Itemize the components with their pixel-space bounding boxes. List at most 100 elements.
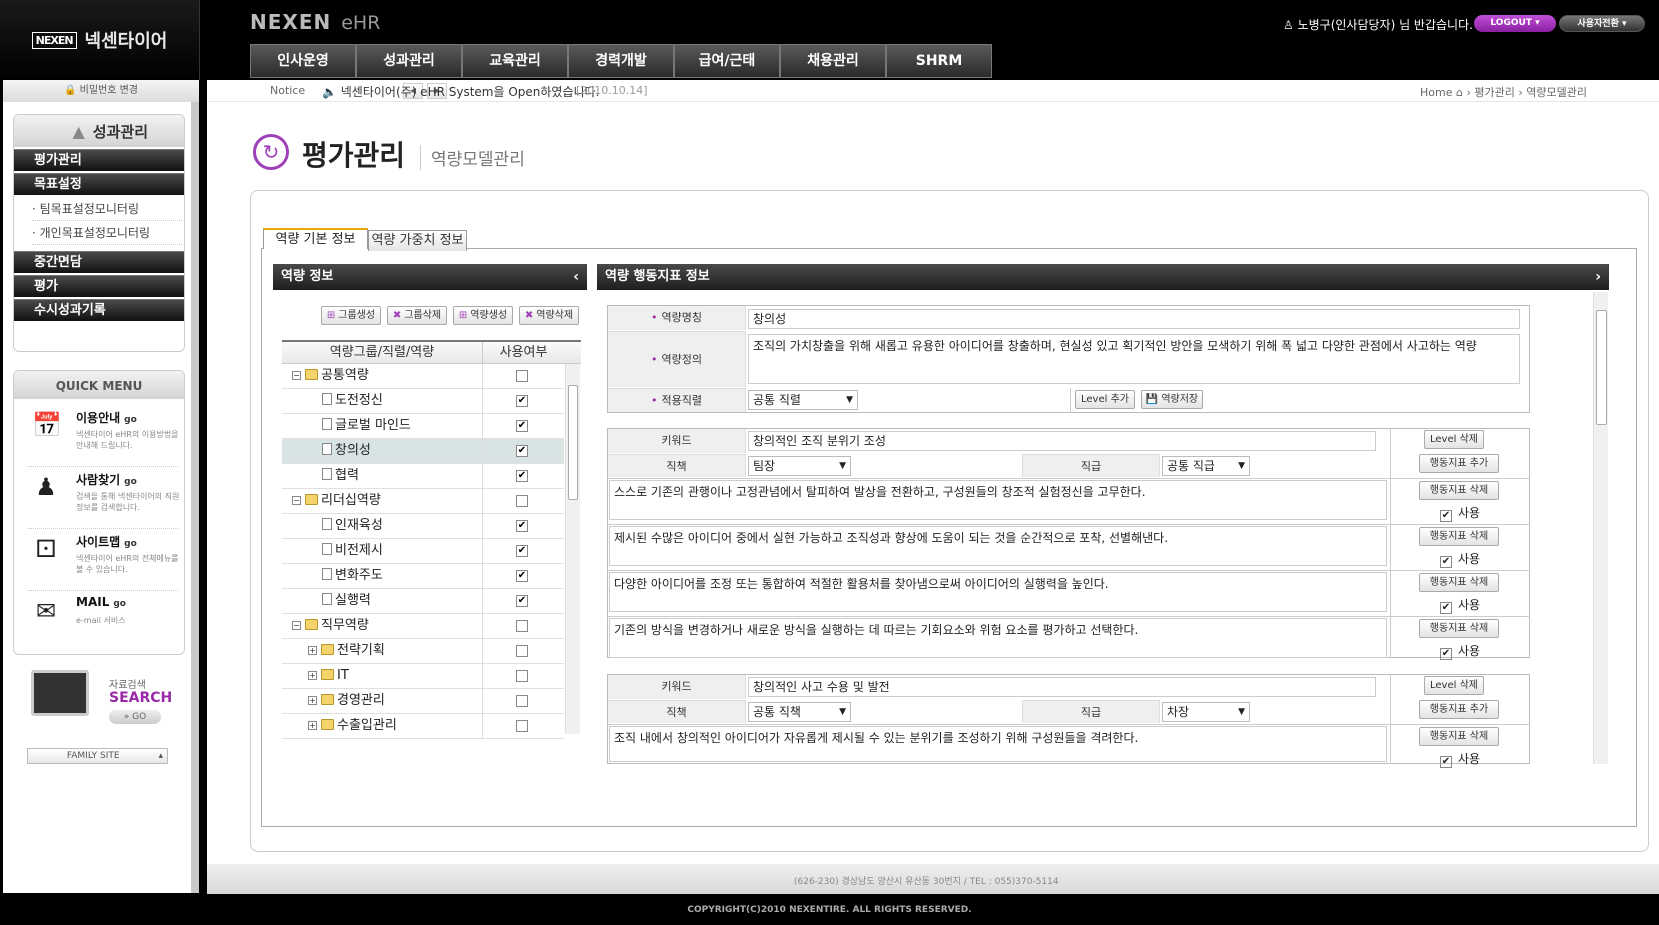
- sidebar-subitem-team-goal[interactable]: · 팀목표설정모니터링: [32, 197, 182, 221]
- keyword-input[interactable]: 창의적인 사고 수용 및 발전: [748, 677, 1376, 697]
- password-change-link[interactable]: 🔒 비밀번호 변경: [3, 80, 199, 102]
- nav-item-hr-operation[interactable]: 인사운영: [250, 44, 356, 78]
- use-checkbox[interactable]: ✔: [1440, 602, 1452, 614]
- use-checkbox[interactable]: [516, 370, 528, 382]
- sidebar-item-evaluation-mgmt[interactable]: 평가관리: [14, 149, 184, 171]
- competency-definition-textarea[interactable]: 조직의 가치창출을 위해 새롭고 유용한 아이디어를 창출하며, 현실성 있고 …: [748, 334, 1520, 384]
- notice-text[interactable]: 🔈 넥센타이어(주) eHR System을 Open하였습니다.: [322, 83, 599, 100]
- indicator-textarea[interactable]: 스스로 기존의 관행이나 고정관념에서 탈피하여 발상을 전환하고, 구성원들의…: [609, 480, 1387, 520]
- collapse-icon[interactable]: −: [292, 496, 301, 505]
- group-delete-button[interactable]: ✖ 그룹삭제: [387, 306, 447, 325]
- use-checkbox[interactable]: ✔: [516, 595, 528, 607]
- level-add-button[interactable]: Level 추가: [1075, 390, 1135, 409]
- expand-icon[interactable]: +: [308, 696, 317, 705]
- use-checkbox[interactable]: [516, 645, 528, 657]
- duty-select[interactable]: 공통 직책 ▼: [748, 702, 851, 722]
- indicator-textarea[interactable]: 다양한 아이디어를 조정 또는 통합하여 적절한 활용처를 찾아냄으로써 아이디…: [609, 572, 1387, 612]
- collapse-icon[interactable]: −: [292, 371, 301, 380]
- nav-item-payroll[interactable]: 급여/근태: [674, 44, 780, 78]
- sidebar-subitem-personal-goal[interactable]: · 개인목표설정모니터링: [32, 221, 182, 245]
- tree-row[interactable]: 협력 ✔: [282, 464, 564, 489]
- expand-right-icon[interactable]: ›: [1595, 264, 1601, 290]
- series-select[interactable]: 공통 직렬 ▼: [748, 390, 858, 410]
- duty-select[interactable]: 팀장 ▼: [748, 456, 851, 476]
- sidebar-item-record[interactable]: 수시성과기록: [14, 299, 184, 321]
- family-site-select[interactable]: FAMILY SITE ▴: [27, 748, 168, 764]
- use-checkbox[interactable]: ✔: [516, 570, 528, 582]
- expand-icon[interactable]: +: [308, 721, 317, 730]
- use-toggle[interactable]: ✔ 사용: [1440, 642, 1480, 660]
- tree-row[interactable]: 도전정신 ✔: [282, 389, 564, 414]
- sidebar-item-goal-setting[interactable]: 목표설정: [14, 173, 184, 195]
- indicator-textarea[interactable]: 조직 내에서 창의적인 아이디어가 자유롭게 제시될 수 있는 분위기를 조성하…: [609, 726, 1387, 762]
- tree-row[interactable]: 창의성 ✔: [282, 439, 564, 464]
- tree-row[interactable]: 변화주도 ✔: [282, 564, 564, 589]
- use-checkbox[interactable]: ✔: [516, 545, 528, 557]
- use-checkbox[interactable]: ✔: [1440, 510, 1452, 522]
- tree-row[interactable]: + 수출입관리: [282, 714, 564, 739]
- competency-name-input[interactable]: 창의성: [748, 309, 1520, 329]
- level-delete-button[interactable]: Level 삭제: [1424, 430, 1484, 449]
- quick-item-guide[interactable]: 📅 이용안내 go 넥센타이어 eHR의 이용방법을 안내해 드립니다.: [28, 405, 179, 467]
- use-checkbox[interactable]: [516, 670, 528, 682]
- use-toggle[interactable]: ✔ 사용: [1440, 504, 1480, 522]
- nav-item-performance[interactable]: 성과관리: [356, 44, 462, 78]
- nav-item-shrm[interactable]: SHRM: [886, 44, 992, 78]
- sidebar-item-evaluation[interactable]: 평가: [14, 275, 184, 297]
- tree-row[interactable]: + 경영관리: [282, 689, 564, 714]
- tree-row[interactable]: + IT: [282, 664, 564, 689]
- nav-item-education[interactable]: 교육관리: [462, 44, 568, 78]
- indicator-delete-button[interactable]: 행동지표 삭제: [1419, 727, 1499, 746]
- indicator-textarea[interactable]: 기존의 방식을 변경하거나 새로운 방식을 실행하는 데 따르는 기회요소와 위…: [609, 618, 1387, 658]
- use-checkbox[interactable]: [516, 720, 528, 732]
- use-toggle[interactable]: ✔ 사용: [1440, 750, 1480, 768]
- indicator-delete-button[interactable]: 행동지표 삭제: [1419, 527, 1499, 546]
- tab-weight-info[interactable]: 역량 가중치 정보: [368, 230, 467, 251]
- data-search-widget[interactable]: 자료검색 SEARCH » GO: [23, 670, 183, 740]
- indicator-delete-button[interactable]: 행동지표 삭제: [1419, 481, 1499, 500]
- indicator-delete-button[interactable]: 행동지표 삭제: [1419, 619, 1499, 638]
- use-toggle[interactable]: ✔ 사용: [1440, 550, 1480, 568]
- use-checkbox[interactable]: ✔: [1440, 756, 1452, 768]
- use-toggle[interactable]: ✔ 사용: [1440, 596, 1480, 614]
- nav-item-career[interactable]: 경력개발: [568, 44, 674, 78]
- use-checkbox[interactable]: ✔: [516, 395, 528, 407]
- tree-row[interactable]: 글로벌 마인드 ✔: [282, 414, 564, 439]
- use-checkbox[interactable]: ✔: [1440, 648, 1452, 660]
- search-go-button[interactable]: » GO: [109, 710, 161, 724]
- tree-row[interactable]: − 직무역량: [282, 614, 564, 639]
- level-delete-button[interactable]: Level 삭제: [1424, 676, 1484, 695]
- use-checkbox[interactable]: ✔: [516, 445, 528, 457]
- use-checkbox[interactable]: ✔: [516, 470, 528, 482]
- switch-user-button[interactable]: 사용자전환 ▾: [1559, 15, 1645, 32]
- right-scrollbar-thumb[interactable]: [1596, 310, 1607, 425]
- use-checkbox[interactable]: [516, 695, 528, 707]
- quick-item-sitemap[interactable]: ⚀ 사이트맵 go 넥센타이어 eHR의 전체메뉴를 볼 수 있습니다.: [28, 529, 179, 591]
- sidebar-item-interview[interactable]: 중간면담: [14, 251, 184, 273]
- keyword-input[interactable]: 창의적인 조직 분위기 조성: [748, 431, 1376, 451]
- breadcrumb-level1[interactable]: 평가관리: [1474, 86, 1514, 99]
- collapse-icon[interactable]: −: [292, 621, 301, 630]
- indicator-add-button[interactable]: 행동지표 추가: [1419, 700, 1499, 719]
- indicator-add-button[interactable]: 행동지표 추가: [1419, 454, 1499, 473]
- use-checkbox[interactable]: [516, 495, 528, 507]
- tree-row[interactable]: − 공통역량: [282, 364, 564, 389]
- nav-item-recruit[interactable]: 채용관리: [780, 44, 886, 78]
- tree-row[interactable]: 인재육성 ✔: [282, 514, 564, 539]
- tab-basic-info[interactable]: 역량 기본 정보: [263, 228, 368, 249]
- rank-select[interactable]: 공통 직급 ▼: [1162, 456, 1250, 476]
- group-create-button[interactable]: ⊞ 그룹생성: [321, 306, 381, 325]
- tree-scrollbar-thumb[interactable]: [568, 385, 578, 500]
- logout-button[interactable]: LOGOUT ▾: [1474, 15, 1556, 32]
- rank-select[interactable]: 차장 ▼: [1162, 702, 1250, 722]
- indicator-textarea[interactable]: 제시된 수많은 아이디어 중에서 실현 가능하고 조직성과 향상에 도움이 되는…: [609, 526, 1387, 566]
- use-checkbox[interactable]: ✔: [516, 420, 528, 432]
- quick-item-people[interactable]: ♟ 사람찾기 go 검색을 통해 넥센타이어의 직원정보를 검색합니다.: [28, 467, 179, 529]
- tree-row[interactable]: 비전제시 ✔: [282, 539, 564, 564]
- save-competency-button[interactable]: 💾 역량저장: [1141, 390, 1203, 409]
- use-checkbox[interactable]: ✔: [1440, 556, 1452, 568]
- company-logo[interactable]: NEXEN 넥센타이어: [0, 0, 200, 80]
- quick-item-mail[interactable]: ✉ MAIL go e-mail 서비스: [28, 591, 178, 653]
- indicator-delete-button[interactable]: 행동지표 삭제: [1419, 573, 1499, 592]
- expand-icon[interactable]: +: [308, 671, 317, 680]
